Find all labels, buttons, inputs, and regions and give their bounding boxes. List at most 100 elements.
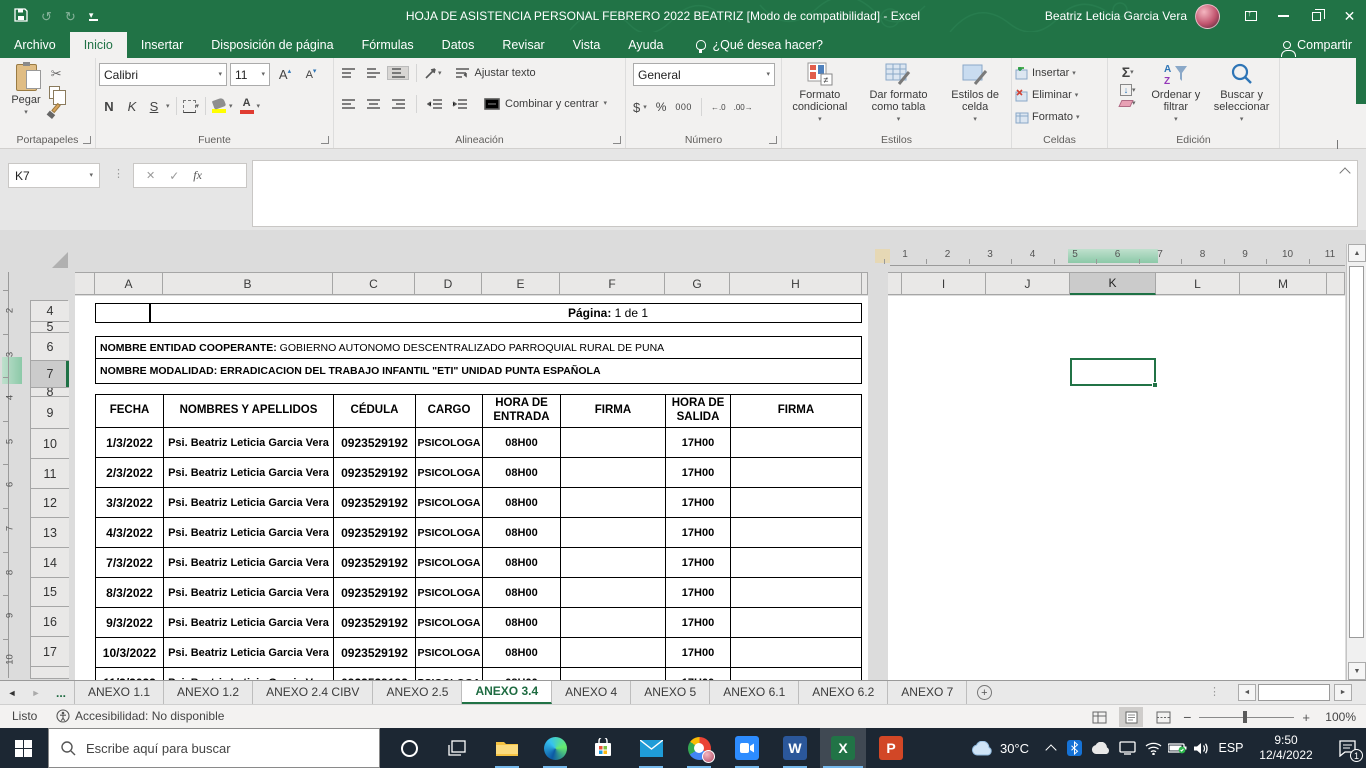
- cast-icon[interactable]: [1114, 728, 1140, 768]
- font-color-button[interactable]: A: [239, 98, 254, 114]
- scroll-up-icon[interactable]: ▲: [1348, 244, 1366, 262]
- percent-format-button[interactable]: %: [656, 100, 667, 114]
- cell[interactable]: [730, 667, 862, 680]
- fill-button[interactable]: ↓ ▾: [1111, 84, 1144, 96]
- cell[interactable]: 7/3/2022: [95, 547, 164, 578]
- account-name[interactable]: Beatriz Leticia Garcia Vera: [1045, 9, 1187, 23]
- normal-view-button[interactable]: [1087, 707, 1111, 727]
- cell[interactable]: 08H00: [482, 607, 561, 638]
- grow-font-button[interactable]: A ▴: [273, 67, 297, 82]
- cell[interactable]: Psi. Beatriz Leticia Garcia Vera: [163, 517, 334, 548]
- conditional-formatting-button[interactable]: ≠ Formato condicional ▾: [785, 62, 855, 132]
- currency-format-button[interactable]: $: [633, 100, 640, 115]
- copy-button[interactable]: ▾: [49, 86, 66, 105]
- sheet-tab-anexo-6-1[interactable]: ANEXO 6.1: [710, 681, 800, 704]
- cell[interactable]: 17H00: [665, 607, 731, 638]
- page-number-row[interactable]: Página: 1 de 1: [95, 303, 862, 323]
- name-box-splitter[interactable]: ⋮: [113, 167, 124, 180]
- cortana-button[interactable]: [386, 728, 432, 768]
- sheet-tab-anexo-5[interactable]: ANEXO 5: [631, 681, 711, 704]
- edge-button[interactable]: [532, 728, 578, 768]
- accessibility-status[interactable]: Accesibilidad: No disponible: [56, 709, 224, 723]
- table-header-0[interactable]: FECHA: [95, 394, 164, 428]
- scrollbar-thumb[interactable]: [1349, 266, 1364, 638]
- sheet-tab-anexo-6-2[interactable]: ANEXO 6.2: [799, 681, 889, 704]
- word-button[interactable]: W: [772, 728, 818, 768]
- comma-format-button[interactable]: 000: [675, 102, 692, 112]
- row-header-5[interactable]: 5: [31, 322, 69, 333]
- merge-center-button[interactable]: Combinar y centrar ▾: [484, 98, 607, 111]
- redo-icon[interactable]: ↻: [65, 10, 76, 23]
- format-as-table-button[interactable]: Dar formato como tabla ▾: [859, 62, 939, 132]
- row-header-15[interactable]: 15: [31, 578, 69, 607]
- ribbon-tab-archivo[interactable]: Archivo: [0, 32, 70, 58]
- sheet-tab-anexo-1-1[interactable]: ANEXO 1.1: [75, 681, 165, 704]
- customize-qat-icon[interactable]: ▾: [88, 11, 98, 21]
- formula-bar-input[interactable]: [252, 160, 1358, 227]
- cell[interactable]: 0923529192: [333, 637, 416, 668]
- chevron-down-icon[interactable]: ▾: [257, 103, 261, 110]
- start-button[interactable]: [0, 728, 46, 768]
- tray-expand-icon[interactable]: [1040, 728, 1062, 768]
- column-header-C[interactable]: C: [333, 272, 415, 295]
- column-header-K[interactable]: K: [1070, 272, 1156, 295]
- autosum-button[interactable]: Σ ▾: [1111, 64, 1144, 80]
- cell[interactable]: [560, 427, 666, 458]
- ribbon-tab-datos[interactable]: Datos: [428, 32, 489, 58]
- cell[interactable]: 0923529192: [333, 577, 416, 608]
- avatar[interactable]: [1195, 3, 1220, 29]
- sheet-tab-anexo-1-2[interactable]: ANEXO 1.2: [164, 681, 254, 704]
- worksheet-page-right[interactable]: [888, 296, 1345, 680]
- zoom-out-button[interactable]: −: [1183, 709, 1191, 725]
- cell[interactable]: [730, 607, 862, 638]
- cell[interactable]: 3/3/2022: [95, 487, 164, 518]
- row-header-12[interactable]: 12: [31, 489, 69, 518]
- column-header-A[interactable]: A: [95, 272, 163, 295]
- row-header-7[interactable]: 7: [31, 361, 69, 388]
- shrink-font-button[interactable]: A ▾: [300, 68, 322, 81]
- column-header-B[interactable]: B: [163, 272, 333, 295]
- table-header-4[interactable]: HORA DE ENTRADA: [482, 394, 561, 428]
- cell[interactable]: [560, 457, 666, 488]
- cell[interactable]: 17H00: [665, 427, 731, 458]
- orientation-button[interactable]: ▾: [424, 67, 442, 80]
- fill-handle[interactable]: [1152, 382, 1158, 388]
- cell[interactable]: 8/3/2022: [95, 577, 164, 608]
- hscroll-right-icon[interactable]: ►: [1334, 684, 1352, 701]
- table-header-3[interactable]: CARGO: [415, 394, 483, 428]
- table-header-2[interactable]: CÉDULA: [333, 394, 416, 428]
- mail-button[interactable]: [628, 728, 674, 768]
- column-header-D[interactable]: D: [415, 272, 482, 295]
- align-center-button[interactable]: [362, 98, 384, 110]
- ribbon-tab-inicio[interactable]: Inicio: [69, 32, 127, 58]
- sheet-tab-anexo-4[interactable]: ANEXO 4: [552, 681, 632, 704]
- select-all-corner[interactable]: [52, 252, 68, 268]
- wifi-icon[interactable]: [1140, 728, 1166, 768]
- page-break-view-button[interactable]: [1151, 707, 1175, 727]
- volume-icon[interactable]: [1188, 728, 1214, 768]
- cell[interactable]: 17H00: [665, 517, 731, 548]
- cell[interactable]: [560, 547, 666, 578]
- dialog-launcher-icon[interactable]: [321, 136, 329, 144]
- row-header-13[interactable]: 13: [31, 518, 69, 548]
- column-header-I[interactable]: I: [902, 272, 986, 295]
- cell[interactable]: 0923529192: [333, 667, 416, 680]
- close-button[interactable]: ✕: [1333, 0, 1366, 32]
- weather-widget[interactable]: 30°C: [960, 728, 1040, 768]
- bluetooth-icon[interactable]: [1062, 728, 1086, 768]
- cell[interactable]: Psi. Beatriz Leticia Garcia Vera: [163, 637, 334, 668]
- cell[interactable]: Psi. Beatriz Leticia Garcia Vera: [163, 427, 334, 458]
- cell[interactable]: 08H00: [482, 457, 561, 488]
- restore-button[interactable]: [1300, 0, 1333, 32]
- cell[interactable]: [560, 607, 666, 638]
- cell[interactable]: PSICOLOGA: [415, 427, 483, 458]
- number-format-combo[interactable]: General ▾: [633, 63, 775, 86]
- zoom-level[interactable]: 100%: [1318, 710, 1356, 724]
- underline-button[interactable]: S: [145, 99, 163, 114]
- cell[interactable]: [730, 547, 862, 578]
- column-header-L[interactable]: L: [1156, 272, 1240, 295]
- align-top-button[interactable]: [337, 67, 359, 79]
- column-header-M[interactable]: M: [1240, 272, 1327, 295]
- column-header-F[interactable]: F: [560, 272, 665, 295]
- cell[interactable]: 11/3/2022: [95, 667, 164, 680]
